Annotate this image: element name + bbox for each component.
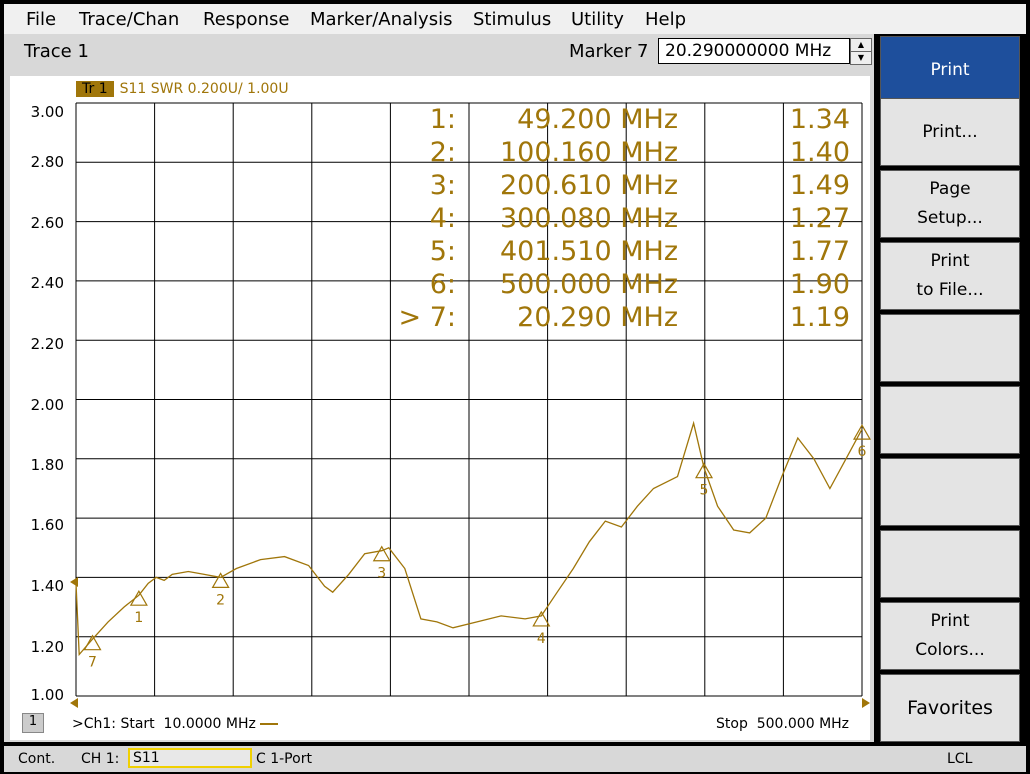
marker-table-value: 1.34 [789, 104, 850, 135]
softkey-panel: Print Print... Page Setup... Print to File… [874, 34, 1026, 744]
softkey-blank-2[interactable] [880, 386, 1020, 454]
ref-arrow-icon [70, 577, 78, 587]
marker-table-label: 5: [429, 236, 456, 267]
marker-table-value: 1.27 [789, 203, 850, 234]
marker-table-value: 1.19 [789, 302, 850, 333]
softkey-blank-3[interactable] [880, 458, 1020, 526]
marker-2-triangle [211, 572, 230, 589]
marker-1-triangle [129, 589, 148, 606]
softkey-print-dialog[interactable]: Print... [880, 98, 1020, 166]
calibration-status: C 1-Port [256, 751, 312, 767]
softkey-print-colors[interactable]: Print Colors... [880, 602, 1020, 670]
marker-5-label: 5 [700, 483, 709, 499]
channel-status: CH 1: [81, 751, 120, 767]
marker-table-label: 3: [429, 170, 456, 201]
measurement-parameter[interactable]: S11 [128, 748, 252, 768]
marker-table-frequency: 49.200 MHz [517, 104, 678, 135]
marker-table-frequency: 401.510 MHz [499, 236, 678, 267]
marker-table-frequency: 100.160 MHz [499, 137, 678, 168]
marker-7-label: 7 [88, 655, 97, 671]
softkey-print[interactable]: Print [880, 36, 1020, 104]
marker-table-label: 1: [429, 104, 456, 135]
marker-7-triangle [83, 634, 102, 651]
stop-arrow-icon [862, 698, 870, 708]
marker-table-label: 2: [429, 137, 456, 168]
marker-2-label: 2 [216, 592, 225, 608]
marker-table-label: > 7: [398, 302, 456, 333]
channel-number[interactable]: 1 [22, 713, 44, 733]
marker-6-label: 6 [858, 444, 867, 460]
marker-1-label: 1 [134, 610, 143, 626]
softkey-favorites[interactable]: Favorites [880, 674, 1020, 742]
marker-table-label: 6: [429, 269, 456, 300]
reference-status: LCL [947, 751, 973, 767]
marker-table-value: 1.40 [789, 137, 850, 168]
marker-table-label: 4: [429, 203, 456, 234]
marker-4-triangle [532, 610, 551, 627]
softkey-page-setup[interactable]: Page Setup... [880, 170, 1020, 238]
marker-table-frequency: 20.290 MHz [517, 302, 678, 333]
trace-legend-line [260, 723, 279, 725]
softkey-blank-1[interactable] [880, 314, 1020, 382]
softkey-print-to-file[interactable]: Print to File... [880, 242, 1020, 310]
marker-table-frequency: 300.080 MHz [499, 203, 678, 234]
marker-4-label: 4 [537, 631, 546, 647]
marker-table-value: 1.90 [789, 269, 850, 300]
status-bar: Cont. CH 1: S11 C 1-Port LCL [4, 746, 1026, 772]
marker-table-value: 1.49 [789, 170, 850, 201]
marker-table-frequency: 200.610 MHz [499, 170, 678, 201]
marker-table-frequency: 500.000 MHz [499, 269, 678, 300]
stop-frequency: Stop 500.000 MHz [716, 716, 850, 732]
sweep-mode: Cont. [18, 751, 56, 767]
marker-table-value: 1.77 [789, 236, 850, 267]
start-frequency: >Ch1: Start 10.0000 MHz [72, 716, 279, 732]
softkey-blank-4[interactable] [880, 530, 1020, 598]
start-arrow-icon [70, 698, 78, 708]
plot-grid [75, 102, 863, 697]
marker-3-label: 3 [377, 566, 386, 582]
marker-glyphs: 1 2 3 4 5 6 7 [83, 423, 872, 671]
